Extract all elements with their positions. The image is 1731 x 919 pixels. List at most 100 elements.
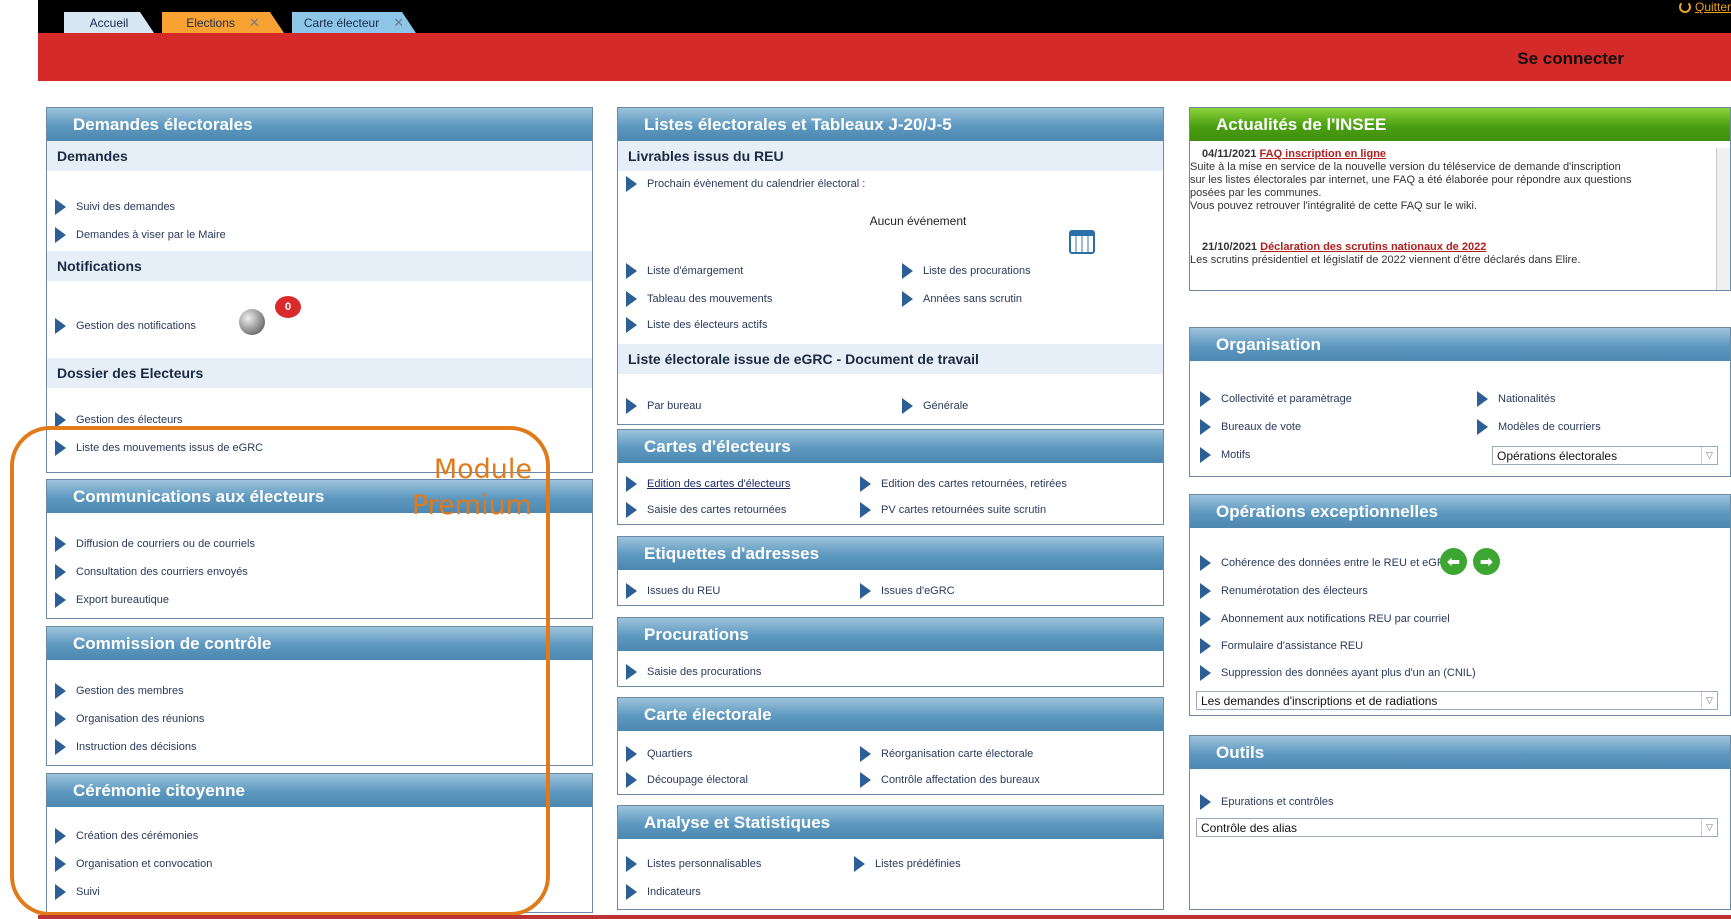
menu-issues-reu[interactable]: Issues du REU [626, 583, 720, 599]
menu-liste-emargement[interactable]: Liste d'émargement [626, 263, 743, 279]
menu-gestion-membres[interactable]: Gestion des membres [55, 683, 184, 699]
arrow-icon [1200, 555, 1211, 571]
arrow-left-icon[interactable]: ⬅ [1440, 548, 1467, 575]
menu-diffusion[interactable]: Diffusion de courriers ou de courriels [55, 536, 255, 552]
panel-carte-electorale: Carte électorale Quartiers Découpage éle… [617, 697, 1164, 795]
news-title-link[interactable]: Déclaration des scrutins nationaux de 20… [1260, 241, 1486, 253]
arrow-right-icon[interactable]: ➡ [1473, 548, 1500, 575]
menu-suivi-demandes[interactable]: Suivi des demandes [55, 199, 175, 215]
menu-suivi[interactable]: Suivi [55, 884, 100, 900]
arrow-icon [55, 227, 66, 243]
arrow-icon [626, 176, 637, 192]
menu-renumerotation[interactable]: Renumérotation des électeurs [1200, 583, 1368, 599]
menu-generale[interactable]: Générale [902, 398, 968, 414]
panel-listes: Listes électorales et Tableaux J-20/J-5 … [617, 107, 1164, 425]
arrow-icon [626, 583, 637, 599]
item-label: Edition des cartes d'électeurs [647, 478, 791, 490]
close-icon[interactable]: ✕ [393, 15, 404, 31]
menu-modeles-courriers[interactable]: Modèles de courriers [1477, 419, 1601, 435]
arrow-icon [626, 476, 637, 492]
menu-reorganisation[interactable]: Réorganisation carte électorale [860, 746, 1033, 762]
menu-controle-affectation[interactable]: Contrôle affectation des bureaux [860, 772, 1040, 788]
panel-etiquettes: Etiquettes d'adresses Issues du REU Issu… [617, 536, 1164, 606]
panel-title: Organisation [1190, 328, 1730, 361]
select-value: Opérations électorales [1497, 448, 1618, 463]
panel-title: Actualités de l'INSEE [1190, 108, 1730, 141]
notification-count: 0 [284, 301, 292, 313]
menu-abonnement-notifications[interactable]: Abonnement aux notifications REU par cou… [1200, 611, 1450, 627]
arrow-icon [626, 884, 637, 900]
menu-coherence[interactable]: Cohérence des données entre le REU et eG… [1200, 555, 1453, 571]
arrow-icon [626, 317, 637, 333]
arrow-icon [902, 263, 913, 279]
globe-icon[interactable] [239, 309, 265, 335]
item-label: Création des cérémonies [76, 830, 199, 842]
menu-mouvements-egrc[interactable]: Liste des mouvements issus de eGRC [55, 440, 263, 456]
item-label: Abonnement aux notifications REU par cou… [1221, 613, 1450, 625]
login-button[interactable]: Se connecter [1517, 49, 1624, 69]
tab-label: Carte électeur [303, 15, 380, 30]
menu-suppression-donnees[interactable]: Suppression des données ayant plus d'un … [1200, 665, 1476, 681]
arrow-icon [55, 739, 66, 755]
item-label: Organisation et convocation [76, 858, 213, 870]
menu-quartiers[interactable]: Quartiers [626, 746, 692, 762]
menu-edition-cartes[interactable]: Edition des cartes d'électeurs [626, 476, 790, 492]
menu-edition-cartes-retournees[interactable]: Edition des cartes retournées, retirées [860, 476, 1067, 492]
item-label: Issues d'eGRC [881, 585, 955, 597]
news-title-link[interactable]: FAQ inscription en ligne [1260, 148, 1387, 160]
menu-instruction-decisions[interactable]: Instruction des décisions [55, 739, 196, 755]
item-label: Diffusion de courriers ou de courriels [76, 538, 255, 550]
premium-line1: Module [433, 454, 532, 485]
section-dossier: Dossier des Electeurs [47, 358, 592, 388]
menu-export[interactable]: Export bureautique [55, 592, 169, 608]
menu-consultation[interactable]: Consultation des courriers envoyés [55, 564, 248, 580]
menu-pv-cartes[interactable]: PV cartes retournées suite scrutin [860, 502, 1046, 518]
menu-decoupage[interactable]: Découpage électoral [626, 772, 748, 788]
menu-nationalites[interactable]: Nationalités [1477, 391, 1555, 407]
menu-issues-egrc[interactable]: Issues d'eGRC [860, 583, 955, 599]
menu-prochain-evenement[interactable]: Prochain évènement du calendrier élector… [626, 176, 865, 192]
item-label: Liste des mouvements issus de eGRC [76, 442, 264, 454]
menu-gestion-notifications[interactable]: Gestion des notifications [55, 318, 196, 334]
quit-button[interactable]: Quitter [1678, 0, 1731, 14]
menu-epurations[interactable]: Epurations et contrôles [1200, 794, 1334, 810]
tab-accueil[interactable]: Accueil [64, 12, 154, 33]
chevron-down-icon: ▽ [1701, 692, 1717, 709]
menu-annees-sans-scrutin[interactable]: Années sans scrutin [902, 291, 1022, 307]
menu-saisie-procurations[interactable]: Saisie des procurations [626, 664, 761, 680]
tab-carte-electeur[interactable]: Carte électeur ✕ [292, 12, 416, 33]
menu-collectivite[interactable]: Collectivité et paramètrage [1200, 391, 1352, 407]
menu-gestion-electeurs[interactable]: Gestion des électeurs [55, 412, 182, 428]
arrow-icon [55, 440, 66, 456]
controle-select[interactable]: Contrôle des alias ▽ [1196, 818, 1718, 837]
menu-organisation-convocation[interactable]: Organisation et convocation [55, 856, 212, 872]
menu-demandes-viser[interactable]: Demandes à viser par le Maire [55, 227, 226, 243]
tab-elections[interactable]: Elections ✕ [162, 12, 284, 33]
close-icon[interactable]: ✕ [249, 15, 260, 31]
item-label: Suppression des données ayant plus d'un … [1221, 667, 1476, 679]
menu-formulaire-assistance[interactable]: Formulaire d'assistance REU [1200, 638, 1363, 654]
panel-analyse: Analyse et Statistiques Listes personnal… [617, 805, 1164, 910]
panel-ceremonie: Cérémonie citoyenne Création des cérémon… [46, 773, 593, 913]
news-scrollbar[interactable] [1716, 148, 1730, 290]
menu-listes-personnalisables[interactable]: Listes personnalisables [626, 856, 761, 872]
menu-listes-predefinies[interactable]: Listes prédéfinies [854, 856, 961, 872]
arrow-icon [55, 683, 66, 699]
menu-bureaux-vote[interactable]: Bureaux de vote [1200, 419, 1301, 435]
suppression-type-select[interactable]: Les demandes d'inscriptions et de radiat… [1196, 691, 1718, 710]
menu-indicateurs[interactable]: Indicateurs [626, 884, 701, 900]
tab-bar [38, 0, 1731, 33]
calendar-icon[interactable] [1069, 230, 1095, 254]
menu-motifs[interactable]: Motifs [1200, 447, 1250, 463]
menu-creation-ceremonies[interactable]: Création des cérémonies [55, 828, 198, 844]
menu-electeurs-actifs[interactable]: Liste des électeurs actifs [626, 317, 767, 333]
menu-tableau-mouvements[interactable]: Tableau des mouvements [626, 291, 772, 307]
notification-badge[interactable]: 0 [275, 296, 301, 318]
no-event-text: Aucun événement [869, 214, 967, 228]
operations-electorales-select[interactable]: Opérations électorales ▽ [1492, 446, 1718, 465]
menu-saisie-cartes[interactable]: Saisie des cartes retournées [626, 502, 786, 518]
menu-par-bureau[interactable]: Par bureau [626, 398, 701, 414]
menu-organisation-reunions[interactable]: Organisation des réunions [55, 711, 204, 727]
news-date: 21/10/2021 [1202, 241, 1258, 253]
menu-liste-procurations[interactable]: Liste des procurations [902, 263, 1031, 279]
